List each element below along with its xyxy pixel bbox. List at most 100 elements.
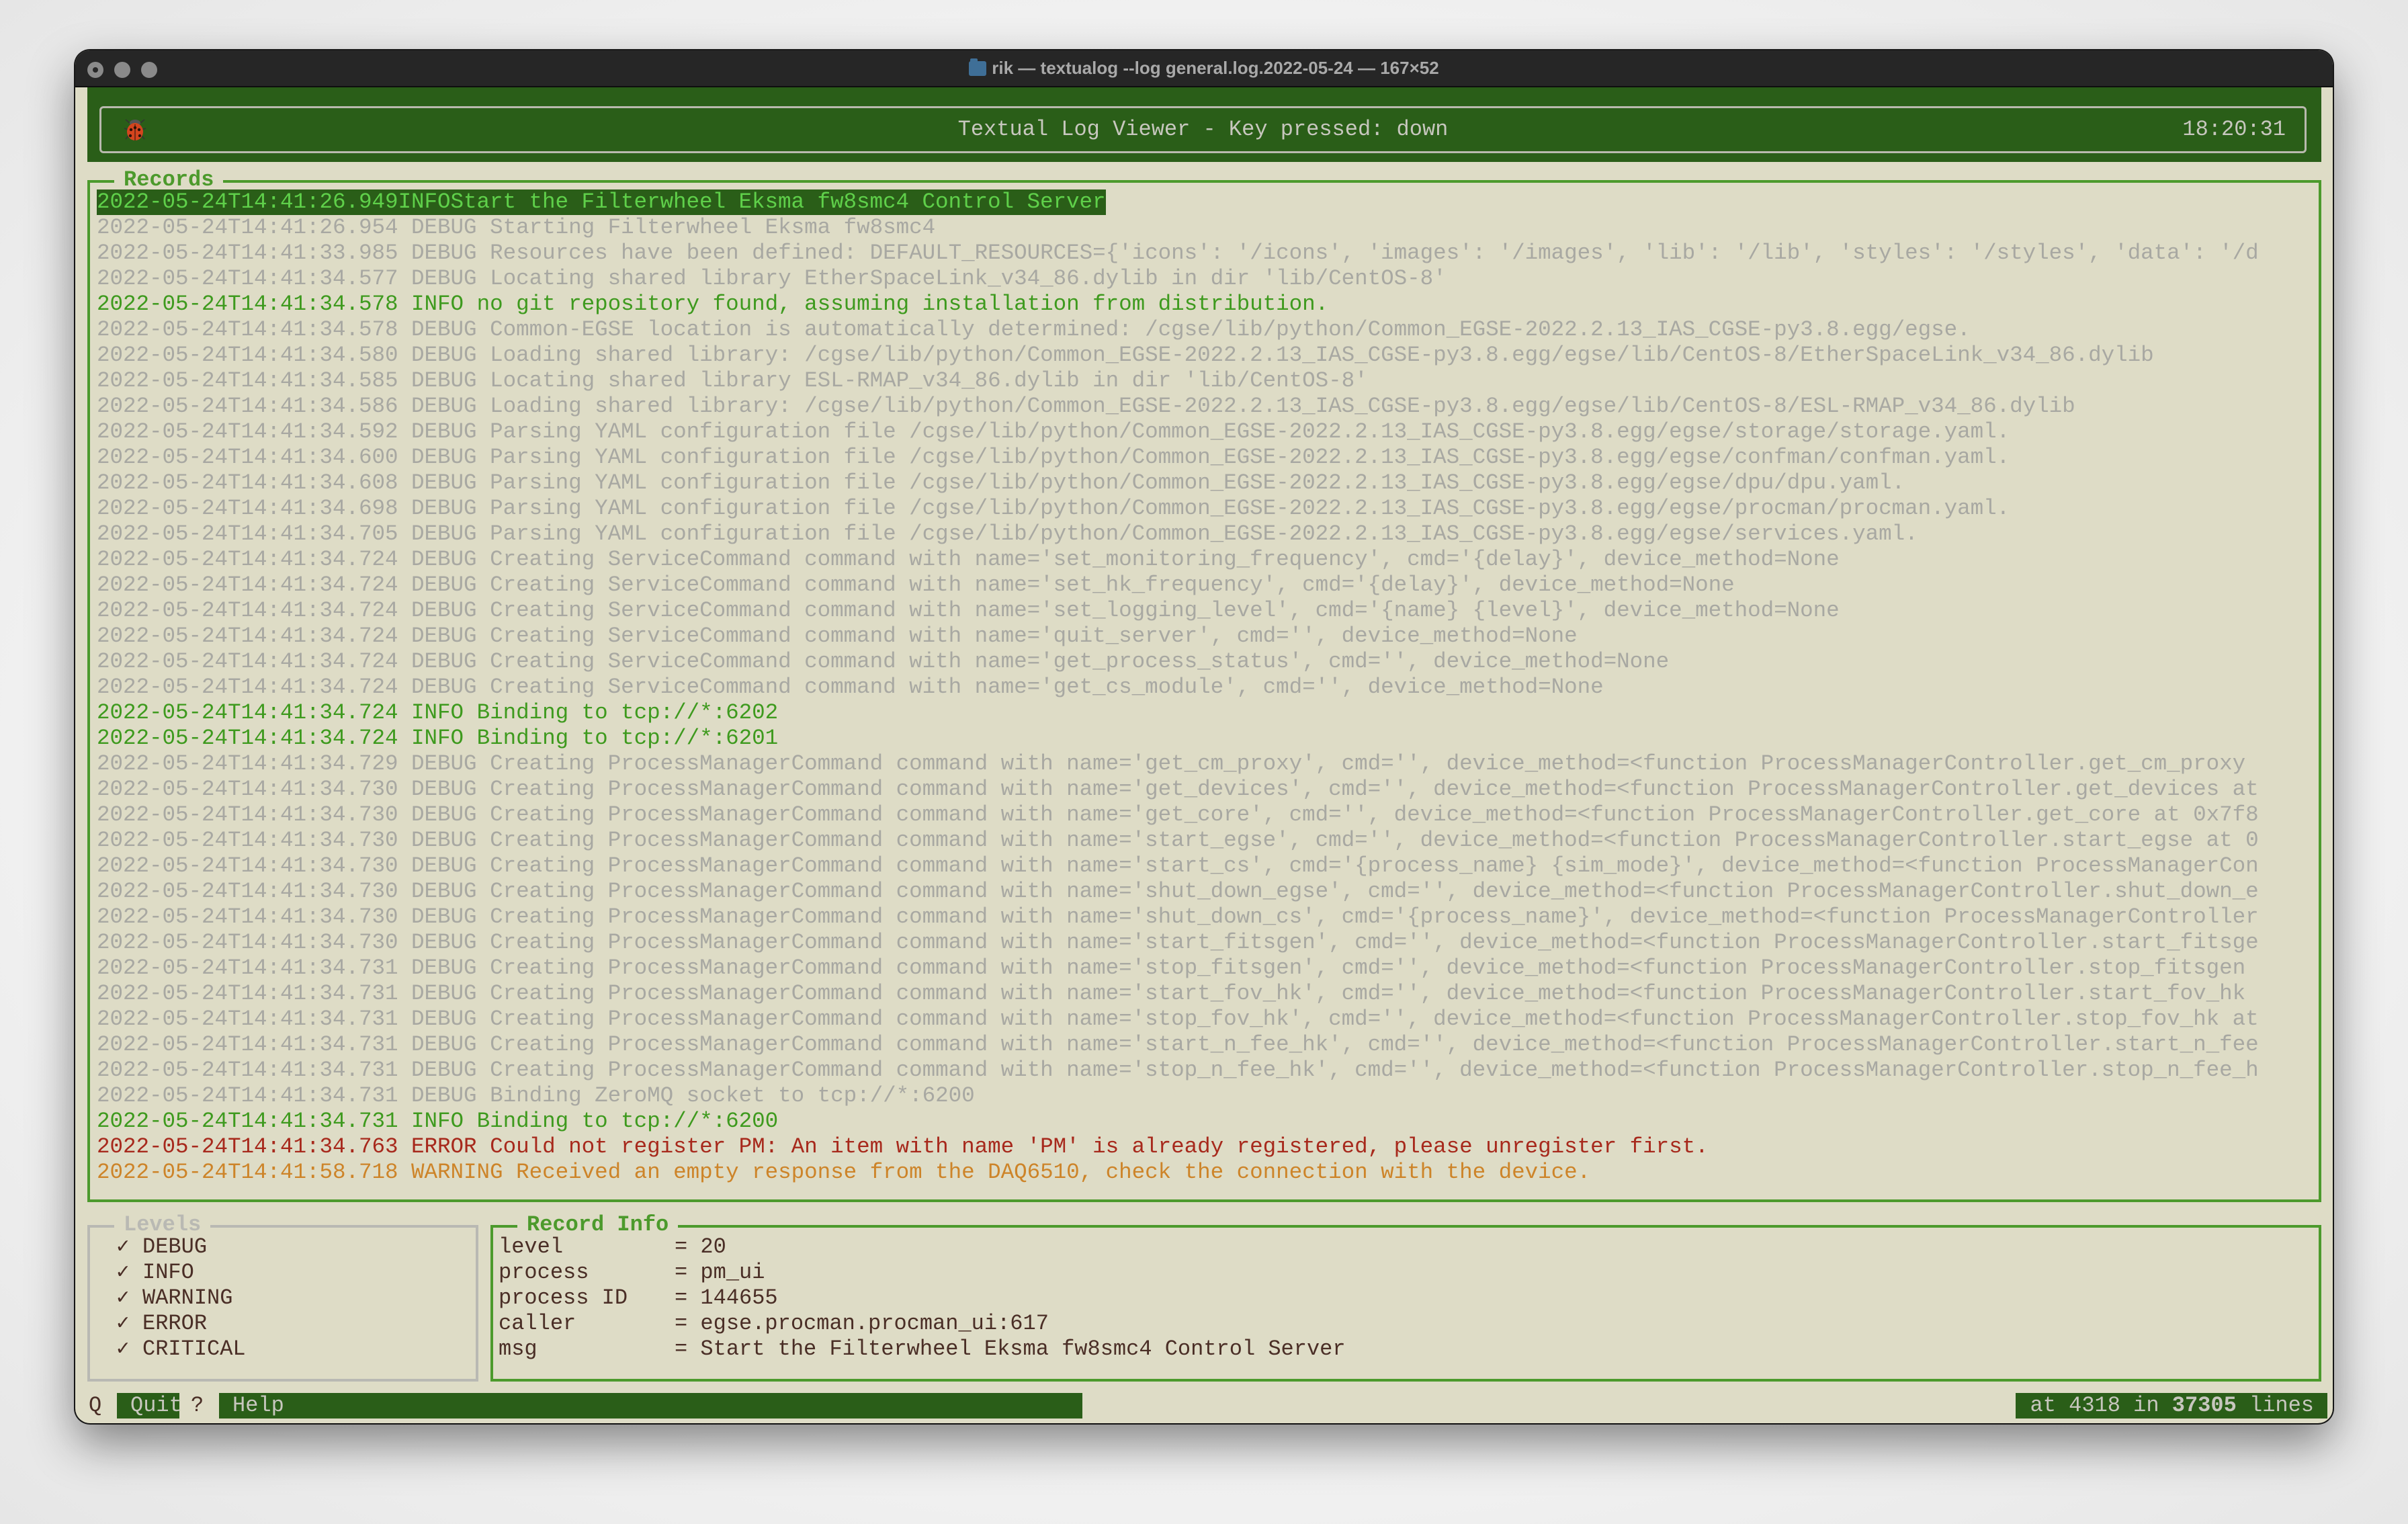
log-record[interactable]: 2022-05-24T14:41:34.724 DEBUG Creating S… [97,547,2315,573]
log-level: DEBUG [411,419,477,444]
log-record[interactable]: 2022-05-24T14:41:34.730 DEBUG Creating P… [97,930,2315,956]
level-filter-info[interactable]: ✓ INFO [103,1260,246,1285]
log-record[interactable]: 2022-05-24T14:41:34.608 DEBUG Parsing YA… [97,470,2315,496]
log-record[interactable]: 2022-05-24T14:41:58.718 WARNING Received… [97,1160,2315,1185]
log-level: DEBUG [411,445,477,470]
log-record[interactable]: 2022-05-24T14:41:34.724 INFO Binding to … [97,700,2315,726]
log-message: no git repository found, assuming instal… [476,292,1329,316]
records-list[interactable]: 2022-05-24T14:41:26.949 INFO Start the F… [97,189,2315,1195]
log-timestamp: 2022-05-24T14:41:34.600 [97,445,398,470]
log-timestamp: 2022-05-24T14:41:34.731 [97,1058,398,1083]
log-record[interactable]: 2022-05-24T14:41:34.586 DEBUG Loading sh… [97,394,2315,419]
log-record[interactable]: 2022-05-24T14:41:34.763 ERROR Could not … [97,1134,2315,1160]
level-label: CRITICAL [142,1337,246,1361]
log-level: INFO [411,292,464,316]
log-record[interactable]: 2022-05-24T14:41:34.580 DEBUG Loading sh… [97,343,2315,368]
log-record[interactable]: 2022-05-24T14:41:34.724 DEBUG Creating S… [97,649,2315,675]
log-message: Creating ProcessManagerCommand command w… [490,853,2259,878]
log-message: Creating ProcessManagerCommand command w… [490,930,2259,955]
level-filter-error[interactable]: ✓ ERROR [103,1311,246,1337]
log-message: Creating ProcessManagerCommand command w… [490,904,2259,929]
log-level: DEBUG [411,930,477,955]
log-record[interactable]: 2022-05-24T14:41:34.724 DEBUG Creating S… [97,598,2315,624]
log-message: Binding to tcp://*:6200 [476,1109,779,1134]
log-message: Parsing YAML configuration file /cgse/li… [490,445,2010,470]
equals-sign: = [675,1337,701,1361]
log-level: DEBUG [411,266,477,291]
record-info-value: egse.procman.procman_ui:617 [700,1311,1049,1336]
checkmark-icon: ✓ [103,1337,130,1361]
log-timestamp: 2022-05-24T14:41:34.724 [97,598,398,623]
log-record[interactable]: 2022-05-24T14:41:34.724 INFO Binding to … [97,726,2315,751]
log-record[interactable]: 2022-05-24T14:41:34.577 DEBUG Locating s… [97,266,2315,292]
log-record[interactable]: 2022-05-24T14:41:26.954 DEBUG Starting F… [97,215,2315,241]
log-record[interactable]: 2022-05-24T14:41:34.705 DEBUG Parsing YA… [97,521,2315,547]
equals-sign: = [675,1234,701,1259]
log-record[interactable]: 2022-05-24T14:41:34.731 DEBUG Creating P… [97,956,2315,981]
log-message: Could not register PM: An item with name… [490,1134,1709,1159]
log-record[interactable]: 2022-05-24T14:41:34.731 DEBUG Creating P… [97,1058,2315,1083]
log-record[interactable]: 2022-05-24T14:41:34.730 DEBUG Creating P… [97,879,2315,904]
log-timestamp: 2022-05-24T14:41:34.730 [97,802,398,827]
log-level: ERROR [411,1134,477,1159]
log-message: Binding to tcp://*:6201 [476,726,779,751]
log-record[interactable]: 2022-05-24T14:41:34.730 DEBUG Creating P… [97,904,2315,930]
log-message: Parsing YAML configuration file /cgse/li… [490,419,2010,444]
status-mid: in [2133,1393,2159,1418]
log-timestamp: 2022-05-24T14:41:26.954 [97,215,398,240]
log-record[interactable]: 2022-05-24T14:41:34.731 DEBUG Binding Ze… [97,1083,2315,1109]
log-record[interactable]: 2022-05-24T14:41:34.729 DEBUG Creating P… [97,751,2315,777]
log-record[interactable]: 2022-05-24T14:41:34.600 DEBUG Parsing YA… [97,445,2315,470]
log-record[interactable]: 2022-05-24T14:41:33.985 DEBUG Resources … [97,241,2315,266]
log-timestamp: 2022-05-24T14:41:58.718 [97,1160,398,1185]
log-timestamp: 2022-05-24T14:41:34.731 [97,1083,398,1108]
checkmark-icon: ✓ [103,1234,130,1259]
log-message: Creating ServiceCommand command with nam… [490,624,1578,648]
log-record[interactable]: 2022-05-24T14:41:34.731 DEBUG Creating P… [97,1007,2315,1032]
log-record[interactable]: 2022-05-24T14:41:34.724 DEBUG Creating S… [97,675,2315,700]
log-record[interactable]: 2022-05-24T14:41:34.730 DEBUG Creating P… [97,802,2315,828]
log-message: Creating ProcessManagerCommand command w… [490,777,2259,802]
log-record-selected[interactable]: 2022-05-24T14:41:26.949 INFO Start the F… [97,189,1106,215]
log-timestamp: 2022-05-24T14:41:34.592 [97,419,398,444]
log-timestamp: 2022-05-24T14:41:34.731 [97,1007,398,1031]
log-record[interactable]: 2022-05-24T14:41:34.730 DEBUG Creating P… [97,853,2315,879]
level-filter-debug[interactable]: ✓ DEBUG [103,1234,246,1260]
log-record[interactable]: 2022-05-24T14:41:34.578 DEBUG Common-EGS… [97,317,2315,343]
log-record[interactable]: 2022-05-24T14:41:34.730 DEBUG Creating P… [97,777,2315,802]
help-button[interactable]: Help [219,1393,1082,1419]
log-record[interactable]: 2022-05-24T14:41:34.724 DEBUG Creating S… [97,573,2315,598]
log-record[interactable]: 2022-05-24T14:41:34.731 DEBUG Creating P… [97,981,2315,1007]
log-message: Creating ServiceCommand command with nam… [490,598,1840,623]
log-message: Creating ProcessManagerCommand command w… [490,828,2259,853]
footer-bar: Q Quit ? Help at 4318 in 37305 lines [75,1393,2333,1419]
log-record[interactable]: 2022-05-24T14:41:34.592 DEBUG Parsing YA… [97,419,2315,445]
log-record[interactable]: 2022-05-24T14:41:34.731 INFO Binding to … [97,1109,2315,1134]
log-timestamp: 2022-05-24T14:41:34.724 [97,547,398,572]
log-record[interactable]: 2022-05-24T14:41:34.698 DEBUG Parsing YA… [97,496,2315,521]
home-folder-icon [969,58,987,76]
log-timestamp: 2022-05-24T14:41:34.585 [97,368,398,393]
log-record[interactable]: 2022-05-24T14:41:34.578 INFO no git repo… [97,292,2315,317]
log-timestamp: 2022-05-24T14:41:33.985 [97,241,398,265]
log-record[interactable]: 2022-05-24T14:41:34.730 DEBUG Creating P… [97,828,2315,853]
level-filter-warning[interactable]: ✓ WARNING [103,1285,246,1311]
level-filter-critical[interactable]: ✓ CRITICAL [103,1337,246,1362]
quit-button[interactable]: Quit [117,1393,182,1419]
log-message: Locating shared library EtherSpaceLink_v… [490,266,1447,291]
help-key: ? [191,1393,204,1418]
log-message: Starting Filterwheel Eksma fw8smc4 [490,215,936,240]
log-timestamp: 2022-05-24T14:41:34.763 [97,1134,398,1159]
window-title-text: rik — textualog --log general.log.2022-0… [992,58,1439,78]
record-info-key: level [499,1234,564,1259]
record-info-row: caller = egse.procman.procman_ui:617 [499,1311,1346,1337]
log-timestamp: 2022-05-24T14:41:34.730 [97,930,398,955]
log-timestamp: 2022-05-24T14:41:34.705 [97,521,398,546]
log-record[interactable]: 2022-05-24T14:41:34.724 DEBUG Creating S… [97,624,2315,649]
log-timestamp: 2022-05-24T14:41:34.608 [97,470,398,495]
log-record[interactable]: 2022-05-24T14:41:34.585 DEBUG Locating s… [97,368,2315,394]
line-position-status: at 4318 in 37305 lines [2015,1393,2327,1419]
log-record[interactable]: 2022-05-24T14:41:34.731 DEBUG Creating P… [97,1032,2315,1058]
log-message: Parsing YAML configuration file /cgse/li… [490,470,1905,495]
log-level: DEBUG [411,1058,477,1083]
